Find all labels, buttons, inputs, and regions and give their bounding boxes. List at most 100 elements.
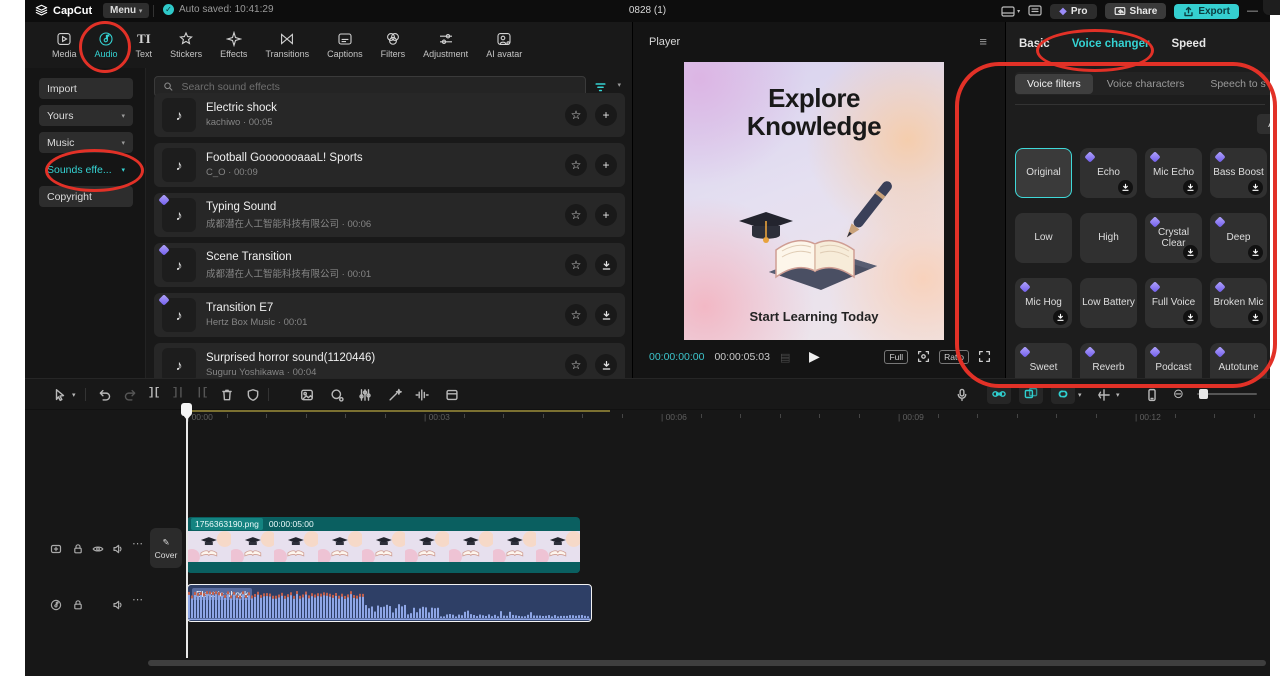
- delete-left-button[interactable]: ]|: [172, 387, 183, 399]
- delete-button[interactable]: [220, 387, 234, 402]
- quality-preview-button[interactable]: [917, 348, 930, 366]
- sound-effect-item[interactable]: ♪ Scene Transition 成都潜在人工智能科技有限公司 · 00:0…: [154, 243, 625, 287]
- chevron-down-icon[interactable]: ▾: [1116, 391, 1120, 399]
- export-frame-button[interactable]: [300, 387, 314, 402]
- link-toggle[interactable]: [1051, 384, 1075, 404]
- tab-voice-changer[interactable]: Voice changer: [1072, 38, 1150, 50]
- subtab-speech-to-song[interactable]: Speech to s: [1198, 74, 1270, 94]
- voice-filter-tile[interactable]: High: [1080, 213, 1137, 263]
- split-button[interactable]: ][: [148, 387, 159, 399]
- timeline-zoom-slider[interactable]: [1197, 393, 1257, 395]
- record-voiceover-button[interactable]: [955, 387, 969, 402]
- voice-filter-tile[interactable]: Mic Hog: [1015, 278, 1072, 328]
- sidebar-item-yours[interactable]: Yours▾: [39, 105, 133, 126]
- toggle-visibility-icon[interactable]: [92, 540, 104, 558]
- freeze-frame-button[interactable]: [445, 387, 459, 402]
- sound-effect-item[interactable]: ♪ Surprised horror sound(1120446) Suguru…: [154, 343, 625, 378]
- edit-cover-button[interactable]: ✎ Cover: [150, 528, 182, 568]
- video-clip[interactable]: 1756363190.png 00:00:05:00: [187, 517, 580, 573]
- voice-filter-tile[interactable]: Podcast: [1145, 343, 1202, 378]
- player-menu-icon[interactable]: ≡: [979, 34, 987, 49]
- voice-filter-tile[interactable]: Crystal Clear: [1145, 213, 1202, 263]
- sidebar-item-music[interactable]: Music▾: [39, 132, 133, 153]
- all-filter-button[interactable]: All: [1257, 114, 1270, 134]
- playhead-handle[interactable]: [181, 403, 192, 416]
- tab-effects[interactable]: Effects: [213, 31, 254, 59]
- lock-track-icon[interactable]: [72, 540, 84, 558]
- preview-canvas[interactable]: Explore Knowledge Start Learning Today: [684, 62, 944, 340]
- favorite-button[interactable]: ☆: [565, 354, 587, 376]
- audio-clip[interactable]: Electric shock: [187, 584, 592, 622]
- voice-filter-tile[interactable]: Low: [1015, 213, 1072, 263]
- voice-filter-tile[interactable]: Sweet: [1015, 343, 1072, 378]
- tab-speed[interactable]: Speed: [1171, 38, 1206, 50]
- fullscreen-button[interactable]: [978, 348, 991, 366]
- tab-audio[interactable]: Audio: [88, 31, 125, 59]
- undo-button[interactable]: [98, 387, 112, 402]
- export-button[interactable]: Export: [1174, 4, 1239, 19]
- voice-filter-tile[interactable]: Mic Echo: [1145, 148, 1202, 198]
- chevron-down-icon[interactable]: ▾: [1078, 391, 1082, 399]
- tab-basic[interactable]: Basic: [1019, 38, 1050, 50]
- download-button[interactable]: [595, 254, 617, 276]
- mirror-phone-button[interactable]: [1145, 387, 1159, 402]
- mixer-button[interactable]: [358, 387, 372, 402]
- voice-filter-tile[interactable]: Full Voice: [1145, 278, 1202, 328]
- download-button[interactable]: [595, 304, 617, 326]
- minimize-button[interactable]: —: [1247, 5, 1258, 17]
- subtab-voice-filters[interactable]: Voice filters: [1015, 74, 1093, 94]
- audio-wave-button[interactable]: [415, 387, 429, 402]
- overlap-toggle[interactable]: [1019, 384, 1043, 404]
- full-view-button[interactable]: Full: [884, 350, 908, 364]
- sound-effect-item[interactable]: ♪ Typing Sound 成都潜在人工智能科技有限公司 · 00:06 ☆ …: [154, 193, 625, 237]
- magnetic-snap-toggle[interactable]: [987, 384, 1011, 404]
- sound-effect-item[interactable]: ♪ Football GooooooaaaL! Sports C_O · 00:…: [154, 143, 625, 187]
- panel-layout-button[interactable]: [1028, 5, 1042, 16]
- tab-filters[interactable]: Filters: [374, 31, 413, 59]
- favorite-button[interactable]: ☆: [565, 154, 587, 176]
- magic-wand-button[interactable]: [388, 387, 402, 402]
- zoom-slider-handle[interactable]: [1199, 389, 1208, 399]
- select-tool-button[interactable]: [53, 387, 67, 402]
- add-to-timeline-button[interactable]: +: [595, 204, 617, 226]
- voice-filter-tile[interactable]: Bass Boost: [1210, 148, 1267, 198]
- voice-filter-tile[interactable]: Deep: [1210, 213, 1267, 263]
- tab-text[interactable]: TIText: [129, 31, 160, 59]
- favorite-button[interactable]: ☆: [565, 104, 587, 126]
- timeline-area[interactable]: | 00:00| 00:03| 00:06| 00:09| 00:12 ⋯ ⋯ …: [25, 410, 1270, 676]
- voice-filter-tile[interactable]: Broken Mic: [1210, 278, 1267, 328]
- chevron-down-icon[interactable]: ▾: [72, 391, 76, 399]
- add-to-timeline-button[interactable]: +: [595, 154, 617, 176]
- tab-media[interactable]: Media: [45, 31, 84, 59]
- track-more-icon[interactable]: ⋯: [132, 537, 143, 550]
- tab-adjustment[interactable]: Adjustment: [416, 31, 475, 59]
- horizontal-scrollbar[interactable]: [148, 660, 1266, 666]
- favorite-button[interactable]: ☆: [565, 304, 587, 326]
- pro-button[interactable]: ◆Pro: [1050, 4, 1096, 19]
- layout-toggle-button[interactable]: ▾: [1001, 6, 1020, 17]
- voice-filter-tile[interactable]: Autotune: [1210, 343, 1267, 378]
- play-button[interactable]: ▶: [809, 348, 820, 365]
- tab-captions[interactable]: Captions: [320, 31, 370, 59]
- tab-stickers[interactable]: Stickers: [163, 31, 209, 59]
- share-button[interactable]: Share: [1105, 3, 1167, 19]
- favorite-button[interactable]: ☆: [565, 254, 587, 276]
- lock-track-icon[interactable]: [72, 596, 84, 614]
- redo-button[interactable]: [123, 387, 137, 402]
- tab-transitions[interactable]: Transitions: [258, 31, 316, 59]
- mute-track-icon[interactable]: [112, 540, 124, 558]
- search-input[interactable]: [179, 80, 577, 94]
- sticker-brush-button[interactable]: [330, 387, 344, 402]
- sidebar-item-copyright[interactable]: Copyright: [39, 186, 133, 207]
- voice-filter-tile[interactable]: Low Battery: [1080, 278, 1137, 328]
- sound-effect-item[interactable]: ♪ Electric shock kachiwo · 00:05 ☆ +: [154, 93, 625, 137]
- delete-right-button[interactable]: |[: [196, 387, 207, 399]
- voice-filter-tile[interactable]: Echo: [1080, 148, 1137, 198]
- track-more-icon[interactable]: ⋯: [132, 593, 143, 606]
- subtab-voice-characters[interactable]: Voice characters: [1095, 74, 1197, 94]
- favorite-button[interactable]: ☆: [565, 204, 587, 226]
- sidebar-item-sound-effects[interactable]: Sounds effe...▾: [39, 159, 133, 180]
- download-button[interactable]: [595, 354, 617, 376]
- chevron-down-icon[interactable]: ▾: [617, 81, 621, 89]
- mask-button[interactable]: [246, 387, 260, 402]
